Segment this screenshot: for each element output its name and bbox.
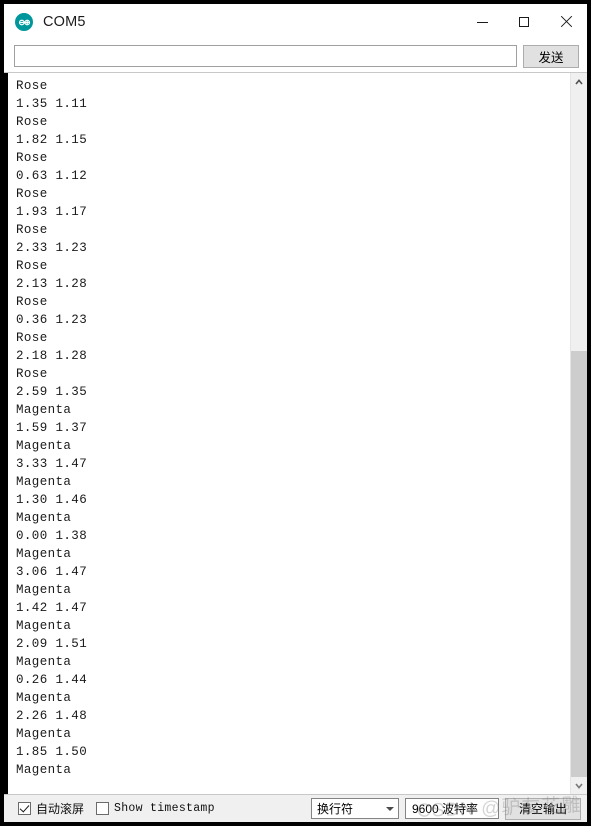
line-ending-select[interactable]: 换行符 <box>311 798 399 819</box>
show-timestamp-label: Show timestamp <box>114 802 215 815</box>
console-line: Rose <box>16 115 48 129</box>
autoscroll-label: 自动滚屏 <box>36 802 85 816</box>
close-icon <box>560 16 572 28</box>
console-line: 2.59 1.35 <box>16 385 88 399</box>
console-line: 3.33 1.47 <box>16 457 88 471</box>
console-line: Magenta <box>16 475 72 489</box>
console-line: 0.63 1.12 <box>16 169 88 183</box>
console-line: Magenta <box>16 619 72 633</box>
console-line: 1.42 1.47 <box>16 601 88 615</box>
baud-rate-select[interactable]: 9600 波特率 <box>405 798 499 819</box>
baud-rate-value: 9600 波特率 <box>412 802 479 816</box>
line-ending-value: 换行符 <box>317 802 354 816</box>
console-line: Magenta <box>16 439 72 453</box>
vertical-scrollbar[interactable] <box>570 73 587 794</box>
console-line: Magenta <box>16 727 72 741</box>
send-button[interactable]: 发送 <box>523 44 579 68</box>
console-line: Rose <box>16 79 48 93</box>
chevron-down-icon <box>386 806 394 811</box>
console-line: 3.06 1.47 <box>16 565 88 579</box>
console-line: 1.82 1.15 <box>16 133 88 147</box>
console-line: Magenta <box>16 403 72 417</box>
console-line: Magenta <box>16 547 72 561</box>
console-line: Rose <box>16 367 48 381</box>
console-line: 2.09 1.51 <box>16 637 88 651</box>
console-line: 1.93 1.17 <box>16 205 88 219</box>
console-line: Magenta <box>16 763 72 777</box>
minimize-button[interactable] <box>461 4 503 40</box>
console-line: Magenta <box>16 655 72 669</box>
console-line: 2.33 1.23 <box>16 241 88 255</box>
serial-monitor-window: COM5 发送 Rose 1.35 1.11 Rose 1.82 1.15 Rose 0. <box>4 4 587 822</box>
console-area: Rose 1.35 1.11 Rose 1.82 1.15 Rose 0.63 1.12 R… <box>4 72 587 794</box>
console-line: Magenta <box>16 583 72 597</box>
console-line: Rose <box>16 295 48 309</box>
send-input[interactable] <box>14 45 517 67</box>
arduino-icon <box>15 13 33 31</box>
window-controls <box>461 4 587 40</box>
close-button[interactable] <box>545 4 587 40</box>
autoscroll-checkbox[interactable]: 自动滚屏 <box>18 800 84 817</box>
console-line: Rose <box>16 223 48 237</box>
minimize-icon <box>476 21 488 23</box>
serial-output[interactable]: Rose 1.35 1.11 Rose 1.82 1.15 Rose 0.63 1.12 R… <box>8 73 570 794</box>
console-line: 0.26 1.44 <box>16 673 88 687</box>
console-line: 0.36 1.23 <box>16 313 88 327</box>
screenshot-root: COM5 发送 Rose 1.35 1.11 Rose 1.82 1.15 Rose 0. <box>0 0 591 826</box>
autoscroll-checkbox-box[interactable] <box>18 802 31 815</box>
show-timestamp-checkbox[interactable]: Show timestamp <box>96 802 215 815</box>
console-line: Rose <box>16 187 48 201</box>
console-line: 2.18 1.28 <box>16 349 88 363</box>
console-line: 0.00 1.38 <box>16 529 88 543</box>
console-line: 1.85 1.50 <box>16 745 88 759</box>
maximize-icon <box>519 17 529 27</box>
console-line: Magenta <box>16 691 72 705</box>
console-line: 1.30 1.46 <box>16 493 88 507</box>
scroll-up-button[interactable] <box>571 73 587 90</box>
window-title: COM5 <box>43 14 86 30</box>
status-bar: 自动滚屏 Show timestamp 换行符 9600 波特率 清空输出 CS… <box>4 794 587 822</box>
console-line: 2.26 1.48 <box>16 709 88 723</box>
console-line: Magenta <box>16 511 72 525</box>
title-bar[interactable]: COM5 <box>4 4 587 40</box>
scroll-down-button[interactable] <box>571 777 587 794</box>
scrollbar-thumb[interactable] <box>571 351 587 777</box>
console-line: 1.35 1.11 <box>16 97 88 111</box>
console-line: Rose <box>16 259 48 273</box>
console-line: Rose <box>16 151 48 165</box>
show-timestamp-checkbox-box[interactable] <box>96 802 110 815</box>
console-line: Rose <box>16 331 48 345</box>
console-line: 2.13 1.28 <box>16 277 88 291</box>
send-bar: 发送 <box>4 40 587 72</box>
maximize-button[interactable] <box>503 4 545 40</box>
console-line: 1.59 1.37 <box>16 421 88 435</box>
clear-output-button[interactable]: 清空输出 <box>505 797 581 820</box>
